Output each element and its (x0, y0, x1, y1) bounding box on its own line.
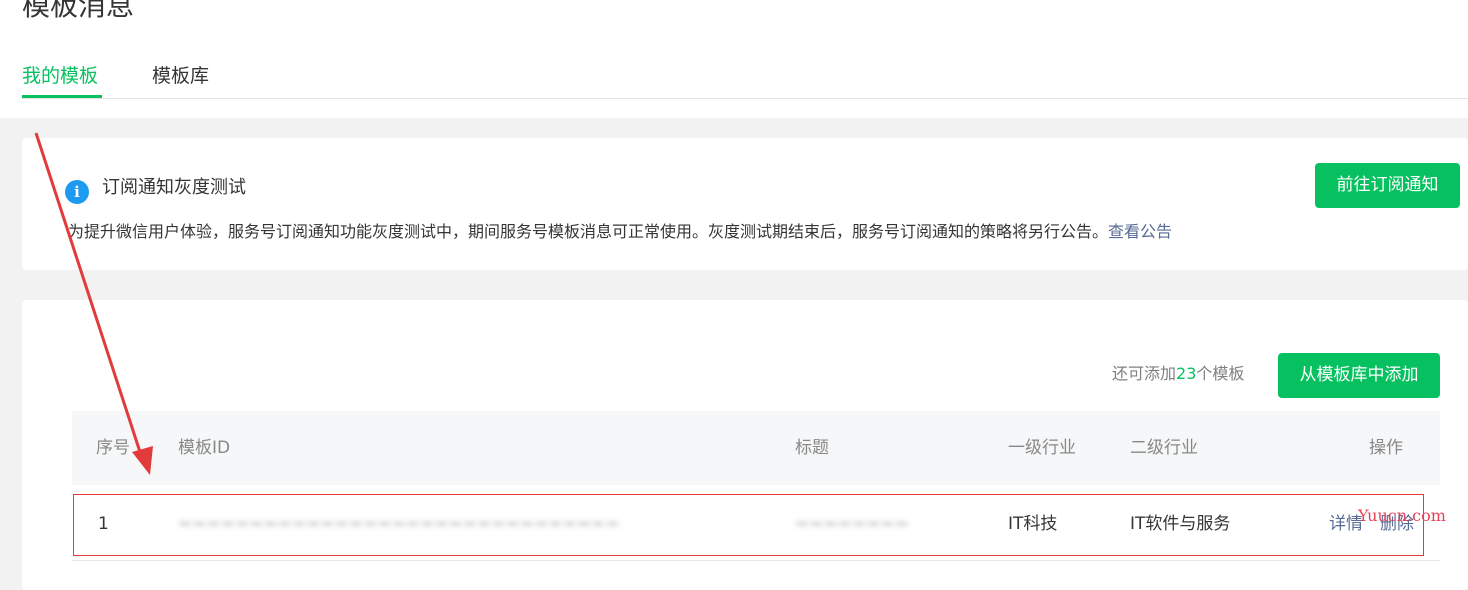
goto-subscription-button[interactable]: 前往订阅通知 (1315, 163, 1460, 208)
column-header-actions: 操作 (1369, 438, 1403, 458)
column-header-index: 序号 (96, 438, 130, 458)
column-header-industry-2: 二级行业 (1130, 438, 1198, 458)
info-icon: i (65, 180, 89, 204)
column-header-template-id: 模板ID (178, 438, 231, 458)
table-bottom-divider (72, 560, 1440, 561)
notice-title: 订阅通知灰度测试 (102, 177, 246, 198)
view-announcement-link[interactable]: 查看公告 (1108, 222, 1172, 241)
column-header-industry-1: 一级行业 (1008, 438, 1076, 458)
page-title: 模板消息 (22, 0, 135, 22)
quota-prefix: 还可添加 (1112, 364, 1177, 383)
header-area: 模板消息 我的模板 模板库 (0, 0, 1468, 118)
active-tab-indicator (22, 95, 102, 98)
tab-bar: 我的模板 模板库 (22, 60, 1468, 99)
notice-panel: i 订阅通知灰度测试 为提升微信用户体验，服务号订阅通知功能灰度测试中，期间服务… (22, 138, 1468, 270)
tab-template-library[interactable]: 模板库 (152, 64, 209, 88)
notice-description-text: 为提升微信用户体验，服务号订阅通知功能灰度测试中，期间服务号模板消息可正常使用。… (68, 222, 1109, 241)
annotation-highlight-box (73, 494, 1424, 556)
notice-description: 为提升微信用户体验，服务号订阅通知功能灰度测试中，期间服务号模板消息可正常使用。… (68, 220, 1172, 244)
add-from-library-button[interactable]: 从模板库中添加 (1278, 353, 1440, 398)
table-header: 序号 模板ID 标题 一级行业 二级行业 操作 (72, 411, 1440, 485)
quota-count: 23 (1176, 364, 1197, 383)
quota-text: 还可添加23个模板 (1112, 362, 1244, 386)
column-header-title: 标题 (795, 438, 829, 458)
tab-my-templates[interactable]: 我的模板 (22, 64, 98, 88)
quota-suffix: 个模板 (1196, 364, 1245, 383)
watermark: Yuucn.com (1358, 506, 1446, 525)
